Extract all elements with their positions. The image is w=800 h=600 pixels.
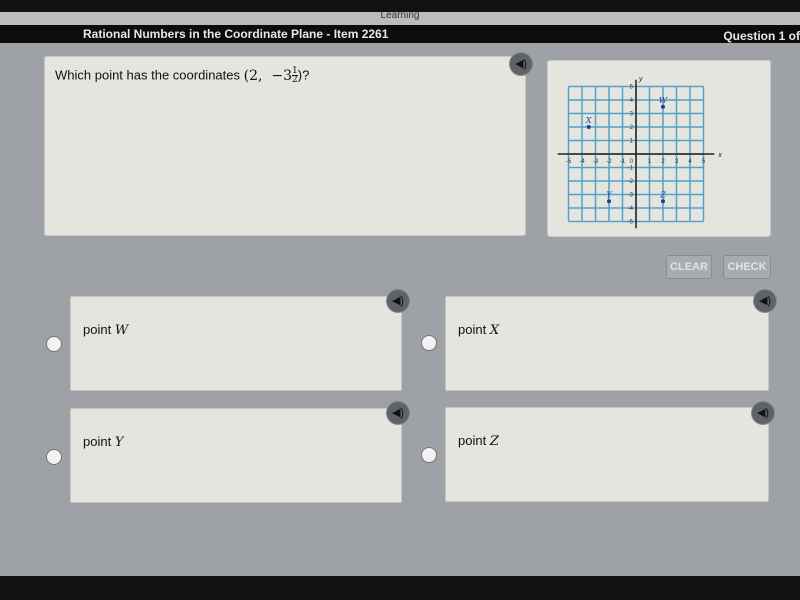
radio-x[interactable] bbox=[421, 335, 437, 351]
option-w[interactable]: point W bbox=[70, 296, 402, 391]
y-tick-label: 5 bbox=[630, 85, 634, 91]
x-tick-label: -3 bbox=[593, 159, 599, 165]
option-label: point W bbox=[83, 322, 128, 338]
clear-button[interactable]: CLEAR bbox=[666, 255, 712, 279]
radio-w[interactable] bbox=[46, 336, 62, 352]
option-y[interactable]: point Y bbox=[70, 408, 402, 503]
y-tick-label: 3 bbox=[630, 112, 634, 118]
point-w bbox=[661, 104, 665, 109]
x-tick-label: 3 bbox=[675, 159, 679, 165]
point-label: Z bbox=[659, 190, 666, 199]
speaker-icon[interactable]: ◀) bbox=[509, 52, 533, 76]
question-prefix: Which point has the coordinates bbox=[55, 67, 240, 83]
speaker-icon[interactable]: ◀) bbox=[386, 289, 410, 313]
option-prefix: point bbox=[83, 434, 112, 449]
speaker-icon[interactable]: ◀) bbox=[753, 289, 777, 313]
option-prefix: point bbox=[83, 322, 112, 337]
point-label: Y bbox=[606, 190, 612, 199]
brand-text: Learning bbox=[0, 12, 800, 26]
x-tick-label: -2 bbox=[606, 159, 612, 165]
question-card: Which point has the coordinates (2, −3 1 2… bbox=[44, 56, 526, 236]
x-tick-label: -4 bbox=[579, 159, 585, 165]
speaker-icon[interactable]: ◀) bbox=[751, 401, 775, 425]
question-text: Which point has the coordinates (2, −3 1 2… bbox=[55, 67, 310, 85]
coordinate-graph: -5-5-4-4-3-3-2-2-1-10 1122334455xyWXY Z bbox=[557, 76, 722, 229]
check-button[interactable]: CHECK bbox=[723, 255, 771, 279]
option-var: W bbox=[114, 323, 129, 338]
page-title: Rational Numbers in the Coordinate Plane… bbox=[83, 27, 389, 41]
radio-z[interactable] bbox=[421, 447, 437, 463]
title-bar: Rational Numbers in the Coordinate Plane… bbox=[0, 25, 800, 43]
option-var: Y bbox=[114, 435, 124, 450]
speaker-icon[interactable]: ◀) bbox=[386, 401, 410, 425]
option-label: point Y bbox=[83, 434, 123, 450]
top-bar bbox=[0, 0, 800, 12]
question-counter: Question 1 of bbox=[723, 29, 800, 43]
option-var: Z bbox=[489, 434, 499, 449]
y-tick-label: 2 bbox=[630, 125, 634, 131]
option-var: X bbox=[489, 323, 500, 338]
option-z[interactable]: point Z bbox=[445, 407, 769, 502]
point-label: W bbox=[659, 96, 668, 105]
point-label: X bbox=[585, 116, 592, 125]
x-tick-label: 1 bbox=[648, 159, 652, 165]
graph-card: -5 -5 -4 -4 -3 -3 -2 -2 -1 -1 0 1 1 2 2 3 3 4 4 5 5 x y W X Y Z bbox=[547, 60, 771, 237]
x-tick-label: -1 bbox=[620, 159, 626, 165]
y-tick-label: 1 bbox=[630, 139, 634, 145]
y-tick-label: -2 bbox=[628, 179, 634, 185]
x-tick-label: 4 bbox=[688, 159, 692, 165]
question-suffix: )? bbox=[297, 67, 310, 83]
option-prefix: point bbox=[458, 322, 487, 337]
option-label: point X bbox=[458, 322, 499, 338]
option-x[interactable]: point X bbox=[445, 296, 769, 391]
x-tick-label: 5 bbox=[702, 159, 706, 165]
y-tick-label: -5 bbox=[628, 220, 634, 226]
coordinates: (2, −3 1 2 bbox=[243, 67, 298, 85]
point-x bbox=[586, 125, 591, 129]
coord-y-whole: −3 bbox=[271, 67, 292, 84]
y-tick-label: 4 bbox=[630, 98, 634, 104]
point-y bbox=[607, 199, 611, 204]
origin-label: 0 bbox=[630, 159, 634, 165]
bottom-bezel bbox=[0, 576, 800, 600]
x-tick-label: 2 bbox=[661, 159, 665, 165]
y-tick-label: -3 bbox=[628, 193, 634, 199]
coord-x: (2, bbox=[243, 67, 263, 84]
y-axis-label: y bbox=[638, 76, 643, 83]
option-prefix: point bbox=[458, 433, 487, 448]
radio-y[interactable] bbox=[46, 449, 62, 465]
x-axis-label: x bbox=[717, 152, 722, 159]
point-z bbox=[661, 199, 665, 204]
x-tick-label: -5 bbox=[566, 159, 572, 165]
y-tick-label: -4 bbox=[628, 206, 634, 212]
y-tick-label: -1 bbox=[628, 166, 634, 172]
option-label: point Z bbox=[458, 433, 499, 449]
